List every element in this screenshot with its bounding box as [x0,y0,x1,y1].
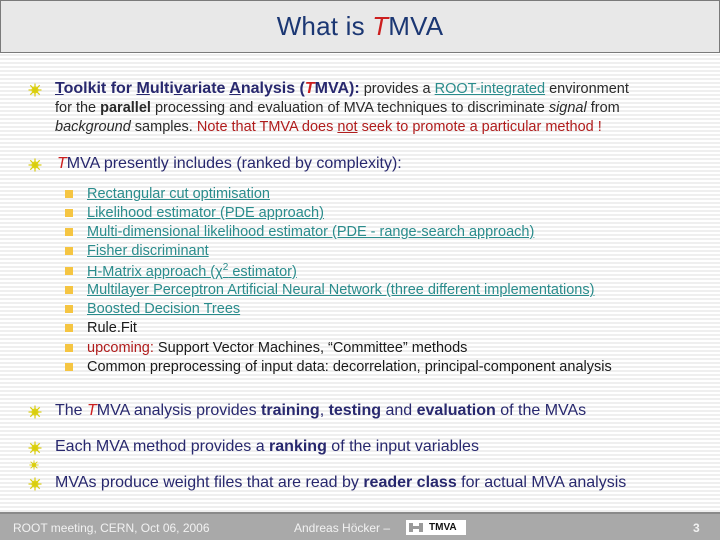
txt: The [55,402,88,419]
square-bullet-icon [65,267,73,275]
page-number: 3 [693,521,700,535]
sun-bullet-icon [28,405,42,419]
bold-ranking: ranking [269,438,327,455]
point1-line3: background samples. Note that TMVA does … [55,119,602,135]
sun-bullet-icon [28,441,42,455]
red-note: seek to promote a particular method ! [357,119,602,135]
square-bullet-icon [65,324,73,332]
sun-bullet-icon [28,477,42,491]
method-preprocessing: Common preprocessing of input data: deco… [87,359,612,375]
footer-author: Andreas Höcker – [294,521,391,535]
txt: estimator) [228,263,297,280]
point2-heading: TMVA presently includes (ranked by compl… [57,155,402,173]
square-bullet-icon [65,305,73,313]
slide-title-bar: What is TMVA [0,0,720,53]
txt: MVAs produce weight files that are read … [55,474,364,491]
txt: samples. [130,119,197,135]
red-t: T [57,155,67,172]
method-link-fisher[interactable]: Fisher discriminant [87,243,209,259]
slide-footer: ROOT meeting, CERN, Oct 06, 2006 Andreas… [0,512,720,540]
red-t: T [87,402,97,419]
bold-reader-class: reader class [363,474,457,491]
txt: Each MVA method provides a [55,438,270,455]
title-suffix: MVA [388,11,444,41]
upcoming-label: upcoming: [87,340,154,356]
txt: ariate [182,80,230,97]
chi-symbol: χ [215,263,223,280]
sun-bullet-icon [28,83,42,97]
txt: for the [55,100,101,116]
txt: processing and evaluation of MVA techniq… [150,100,549,116]
method-rulefit: Rule.Fit [87,320,137,336]
u-m: M [136,80,150,97]
tmva-logo: TMVA [406,520,466,535]
square-bullet-icon [65,344,73,352]
txt: provides a [359,81,435,97]
italic-background: background [55,119,131,135]
txt: , [319,402,329,419]
bold-evaluation: evaluation [416,402,496,419]
title-red-t: T [372,11,389,41]
tmva-logo-text: TMVA [429,522,457,533]
red-not: not [337,119,358,135]
txt: for actual MVA analysis [456,474,627,491]
txt: MVA presently includes (ranked by comple… [66,155,402,172]
italic-signal: signal [548,100,587,116]
slide-title: What is TMVA [277,11,444,42]
u-t: T [55,80,64,97]
red-t: T [304,80,315,97]
txt: ulti [149,80,174,97]
sun-bullet-small-icon [29,460,39,470]
square-bullet-icon [65,228,73,236]
point1-line2: for the parallel processing and evaluati… [55,100,620,116]
square-bullet-icon [65,247,73,255]
root-integrated-link[interactable]: ROOT-integrated [435,81,545,97]
footer-meeting: ROOT meeting, CERN, Oct 06, 2006 [13,521,210,535]
txt: Support Vector Machines, “Committee” met… [153,340,468,356]
square-bullet-icon [65,363,73,371]
txt: oolkit for [63,80,137,97]
red-note: Note that TMVA does [196,119,338,135]
tmva-logo-mark-icon [406,520,426,535]
method-link-mlp[interactable]: Multilayer Perceptron Artificial Neural … [87,282,594,298]
square-bullet-icon [65,286,73,294]
point4: Each MVA method provides a ranking of th… [55,438,479,456]
method-link-cuts[interactable]: Rectangular cut optimisation [87,186,270,202]
txt: environment [545,81,629,97]
method-link-hmatrix[interactable]: H-Matrix approach (χ2 estimator) [87,262,297,280]
txt: MVA analysis provides [96,402,262,419]
point3: The TMVA analysis provides training, tes… [55,402,586,420]
txt: of the input variables [326,438,479,455]
txt: nalysis ( [240,80,305,97]
bold-training: training [261,402,320,419]
square-bullet-icon [65,209,73,217]
point1-line1: Toolkit for Multivariate Analysis (TMVA)… [55,80,629,98]
title-prefix: What is [276,11,373,41]
txt: MVA): [314,80,360,97]
txt: H-Matrix approach ( [87,263,216,280]
txt: of the MVAs [495,402,587,419]
u-v: v [173,80,183,97]
bold-parallel: parallel [100,100,151,116]
txt: from [586,100,620,116]
method-upcoming: upcoming: Support Vector Machines, “Comm… [87,340,467,356]
sun-bullet-icon [28,158,42,172]
square-bullet-icon [65,190,73,198]
point5: MVAs produce weight files that are read … [55,474,626,492]
method-link-bdt[interactable]: Boosted Decision Trees [87,301,240,317]
bold-testing: testing [328,402,382,419]
u-a: A [229,80,241,97]
method-link-likelihood[interactable]: Likelihood estimator (PDE approach) [87,205,324,221]
txt: and [381,402,417,419]
method-link-pdersearch[interactable]: Multi-dimensional likelihood estimator (… [87,224,534,240]
